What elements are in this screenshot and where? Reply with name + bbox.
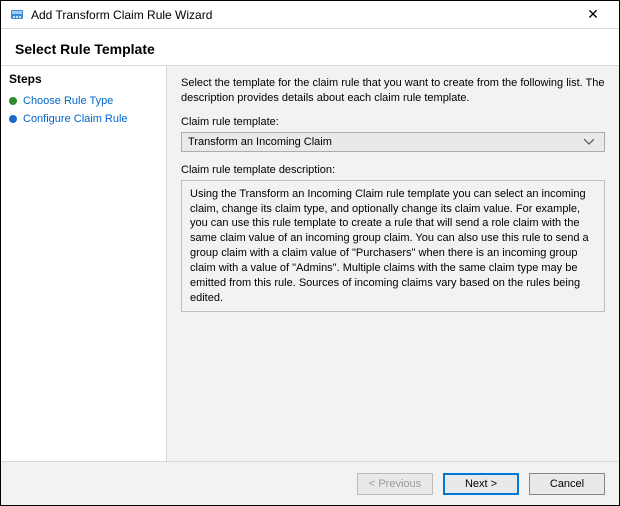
intro-text: Select the template for the claim rule t…	[181, 76, 605, 106]
step-bullet-icon	[9, 97, 17, 105]
steps-sidebar: Steps Choose Rule Type Configure Claim R…	[1, 66, 167, 461]
description-label: Claim rule template description:	[181, 164, 605, 176]
template-description: Using the Transform an Incoming Claim ru…	[181, 180, 605, 313]
wizard-footer: < Previous Next > Cancel	[1, 461, 619, 505]
step-label: Configure Claim Rule	[23, 113, 128, 125]
step-choose-rule-type[interactable]: Choose Rule Type	[9, 92, 158, 110]
template-label: Claim rule template:	[181, 116, 605, 128]
step-bullet-icon	[9, 115, 17, 123]
claim-rule-template-select[interactable]: Transform an Incoming Claim	[181, 132, 605, 152]
previous-button: < Previous	[357, 473, 433, 495]
next-button[interactable]: Next >	[443, 473, 519, 495]
cancel-button[interactable]: Cancel	[529, 473, 605, 495]
close-icon[interactable]: ✕	[573, 1, 613, 28]
select-value: Transform an Incoming Claim	[188, 136, 584, 148]
chevron-down-icon	[584, 139, 600, 145]
wizard-window: Add Transform Claim Rule Wizard ✕ Select…	[0, 0, 620, 506]
step-label: Choose Rule Type	[23, 95, 113, 107]
main-panel: Select the template for the claim rule t…	[167, 66, 619, 461]
step-configure-claim-rule[interactable]: Configure Claim Rule	[9, 110, 158, 128]
window-title: Add Transform Claim Rule Wizard	[31, 8, 573, 22]
page-title: Select Rule Template	[1, 29, 619, 65]
titlebar: Add Transform Claim Rule Wizard ✕	[1, 1, 619, 29]
app-icon	[9, 7, 25, 23]
wizard-body: Steps Choose Rule Type Configure Claim R…	[1, 65, 619, 461]
steps-heading: Steps	[9, 72, 158, 86]
